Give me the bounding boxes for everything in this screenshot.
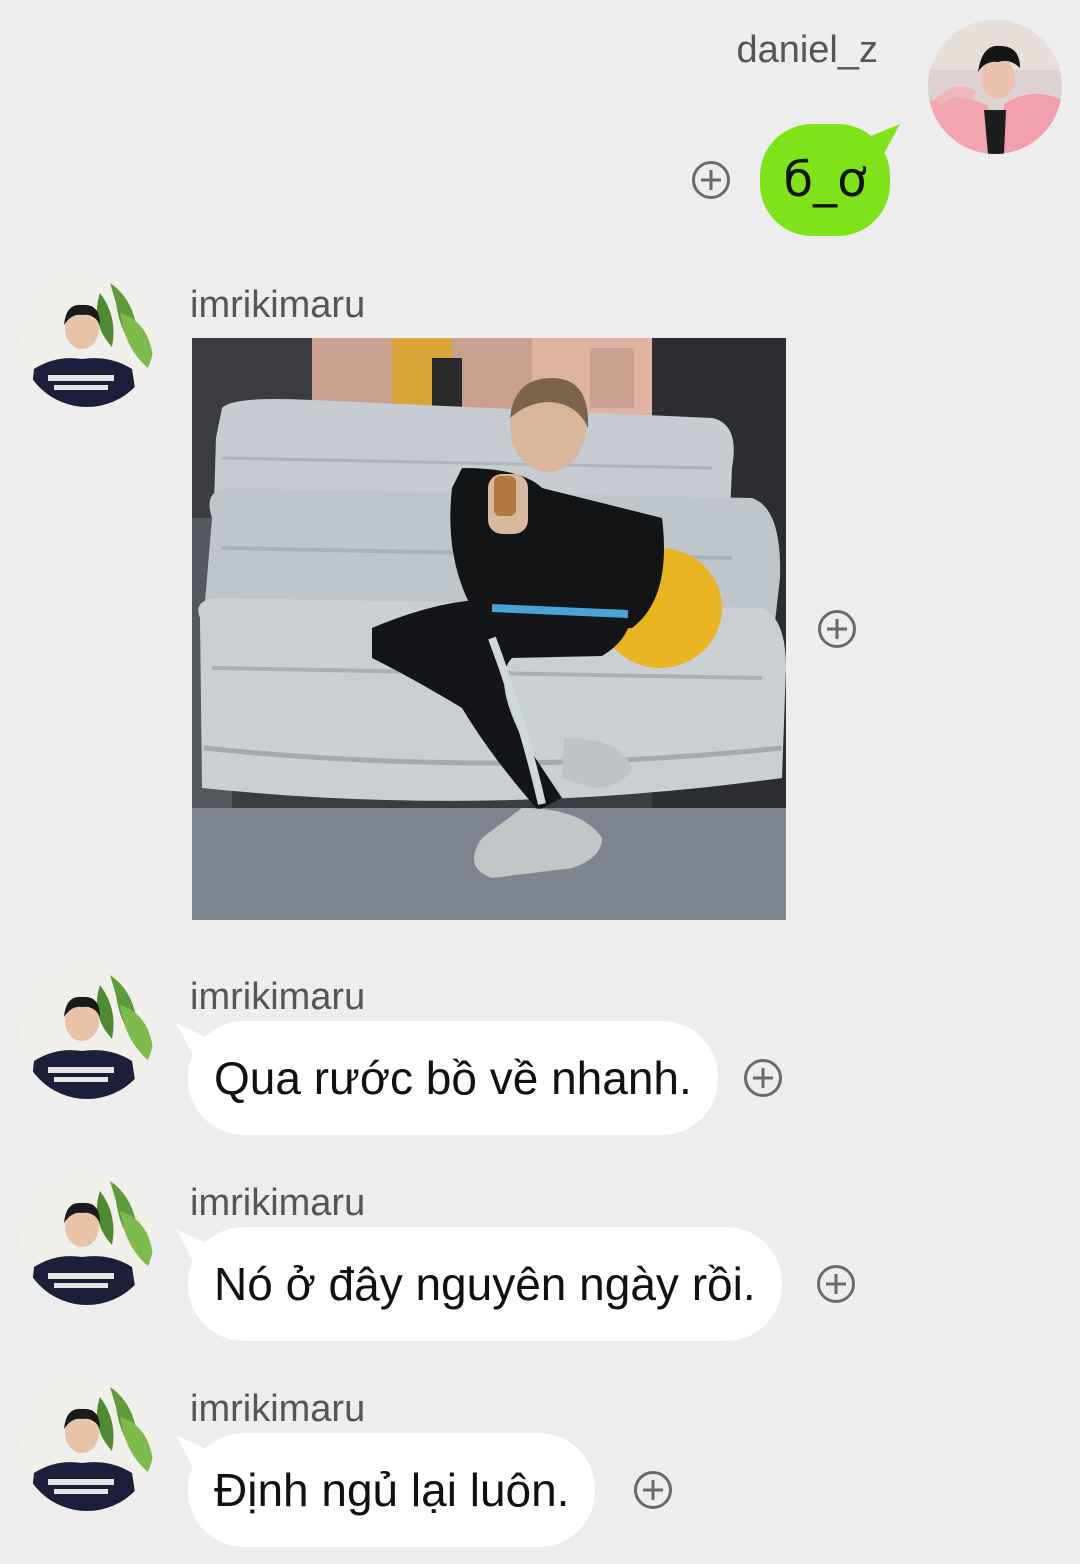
add-reaction-button[interactable] xyxy=(691,160,731,200)
message-bubble-received[interactable]: Định ngủ lại luôn. xyxy=(188,1433,596,1547)
add-reaction-button[interactable] xyxy=(816,1264,856,1304)
add-reaction-button[interactable] xyxy=(633,1470,673,1510)
plus-circle-icon xyxy=(744,1059,782,1097)
add-reaction-button[interactable] xyxy=(817,609,857,649)
plus-circle-icon xyxy=(692,161,730,199)
sender-username: imrikimaru xyxy=(190,284,366,326)
avatar-imrikimaru[interactable] xyxy=(20,965,154,1099)
sender-username: imrikimaru xyxy=(190,1388,366,1430)
avatar-imrikimaru[interactable] xyxy=(20,273,154,407)
plus-circle-icon xyxy=(818,610,856,648)
sender-username: imrikimaru xyxy=(190,976,366,1018)
message-bubble-sent[interactable]: б_ơ xyxy=(760,124,890,236)
avatar-imrikimaru[interactable] xyxy=(20,1377,154,1511)
message-bubble-received[interactable]: Nó ở đây nguyên ngày rồi. xyxy=(188,1227,782,1341)
plus-circle-icon xyxy=(817,1265,855,1303)
add-reaction-button[interactable] xyxy=(743,1058,783,1098)
avatar-daniel-z[interactable] xyxy=(928,20,1062,154)
message-bubble-received[interactable]: Qua rước bồ về nhanh. xyxy=(188,1021,718,1135)
sender-username: imrikimaru xyxy=(190,1182,366,1224)
plus-circle-icon xyxy=(634,1471,672,1509)
sender-username: daniel_z xyxy=(736,29,878,71)
avatar-imrikimaru[interactable] xyxy=(20,1171,154,1305)
shared-photo[interactable] xyxy=(192,338,786,920)
